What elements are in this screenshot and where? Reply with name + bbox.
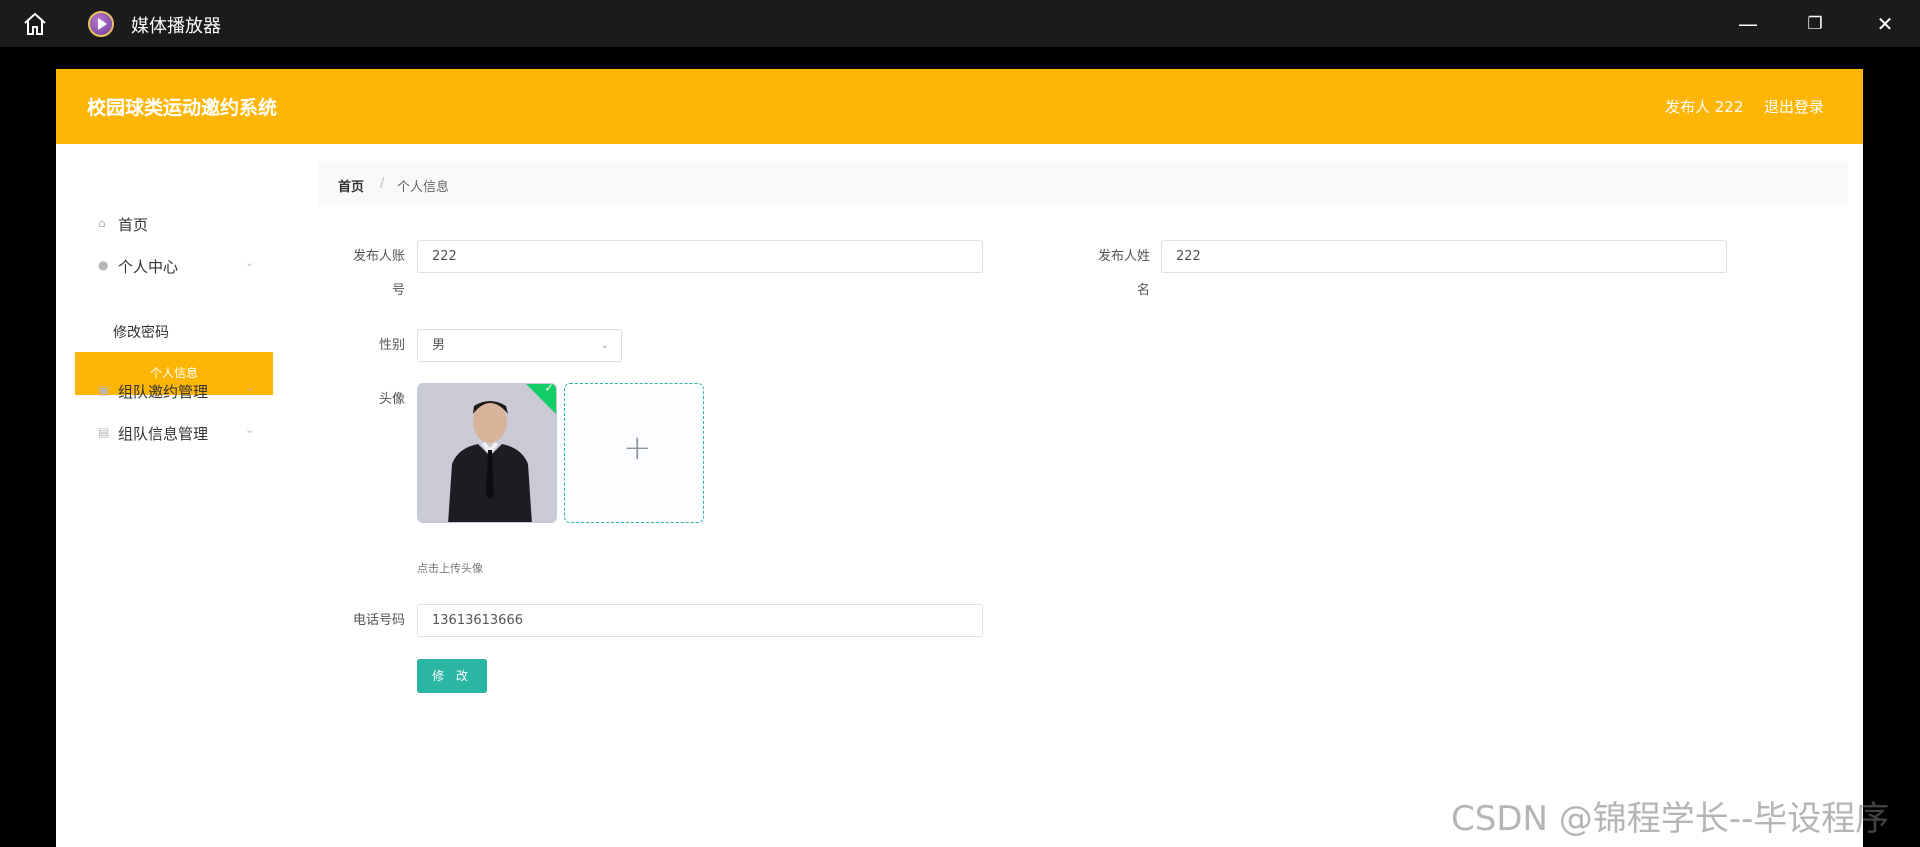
media-player-icon [88, 11, 114, 37]
avatar-image[interactable]: ✓ [417, 383, 557, 523]
gender-value: 男 [432, 338, 446, 353]
chevron-down-icon: ⌄ [245, 256, 255, 269]
name-field[interactable]: 222 [1161, 240, 1727, 273]
phone-field[interactable]: 13613613666 [417, 604, 983, 637]
upload-tip: 点击上传头像 [417, 562, 483, 575]
checkbox-icon: ▣ [98, 383, 110, 397]
avatar-label: 头像 [378, 392, 405, 407]
watermark: CSDN @锦程学长--毕设程序 [1451, 799, 1890, 839]
sidebar-item-team-info-mgmt[interactable]: ▤ 组队信息管理 ⌄ [74, 412, 272, 452]
sidebar-item-label: 组队邀约管理 [118, 383, 209, 401]
person-photo [418, 384, 556, 522]
sidebar-item-label: 组队信息管理 [118, 425, 209, 443]
breadcrumb-separator: / [380, 176, 385, 191]
sidebar-item-home[interactable]: ⌂ 首页 [74, 203, 272, 243]
sidebar-item-label: 个人中心 [118, 258, 179, 276]
sidebar-item-personal-center[interactable]: ● 个人中心 ⌄ [74, 245, 272, 285]
account-field[interactable]: 222 [417, 240, 983, 273]
gender-select[interactable]: 男 ⌄ [417, 329, 622, 362]
minimize-button[interactable]: — [1734, 10, 1762, 38]
sidebar-item-label: 首页 [118, 216, 149, 234]
current-user: 发布人 222 [1665, 98, 1744, 116]
home-icon[interactable] [22, 11, 48, 37]
avatar-upload-button[interactable]: + [564, 383, 704, 523]
clipboard-icon: ▤ [98, 425, 110, 439]
sidebar: ⌂ 首页 ● 个人中心 ⌄ 修改密码 个人信息 ▣ 组队邀约管理 ⌄ ▤ 组队信… [56, 144, 294, 847]
save-button[interactable]: 修 改 [417, 659, 487, 693]
plus-icon: + [623, 428, 652, 468]
house-icon: ⌂ [98, 216, 106, 230]
breadcrumb-home[interactable]: 首页 [338, 176, 364, 195]
chevron-down-icon: ⌄ [245, 423, 255, 436]
app-frame: 校园球类运动邀约系统 发布人 222 退出登录 ⌂ 首页 ● 个人中心 ⌄ 修改… [56, 69, 1863, 847]
breadcrumb: 首页 / 个人信息 [318, 161, 1848, 205]
sidebar-subitem-change-password[interactable]: 修改密码 [113, 322, 169, 342]
close-button[interactable]: ✕ [1871, 10, 1899, 38]
gender-label: 性别 [378, 338, 405, 353]
name-label-cont: 名 [1136, 283, 1150, 298]
user-icon: ● [98, 258, 109, 272]
phone-label: 电话号码 [352, 613, 405, 628]
window-titlebar: 媒体播放器 — ❐ ✕ [0, 0, 1920, 47]
account-label: 发布人账 [352, 249, 405, 264]
name-label: 发布人姓 [1097, 249, 1150, 264]
restore-button[interactable]: ❐ [1801, 10, 1829, 38]
breadcrumb-current: 个人信息 [397, 180, 450, 195]
check-icon: ✓ [544, 383, 554, 395]
account-label-cont: 号 [391, 283, 405, 298]
chevron-down-icon: ⌄ [600, 340, 609, 351]
window-title: 媒体播放器 [131, 16, 221, 37]
logout-link[interactable]: 退出登录 [1764, 96, 1824, 117]
chevron-down-icon: ⌄ [245, 381, 255, 394]
top-header: 校园球类运动邀约系统 发布人 222 退出登录 [56, 69, 1863, 144]
sidebar-item-team-invite-mgmt[interactable]: ▣ 组队邀约管理 ⌄ [74, 370, 272, 410]
system-title: 校园球类运动邀约系统 [87, 97, 278, 119]
